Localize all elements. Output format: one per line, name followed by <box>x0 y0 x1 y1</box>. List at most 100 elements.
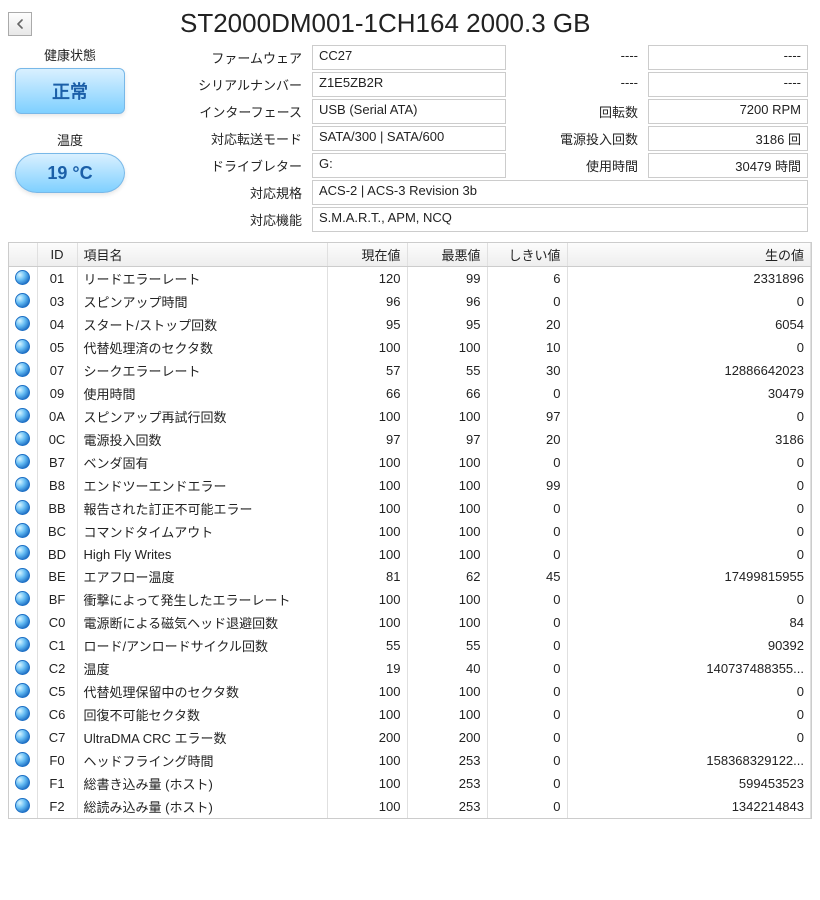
cell-name: 報告された訂正不可能エラー <box>77 497 327 520</box>
col-current[interactable]: 現在値 <box>327 243 407 267</box>
table-row[interactable]: F2総読み込み量 (ホスト)10025301342214843 <box>9 795 811 818</box>
status-orb-icon <box>9 795 37 818</box>
cell-threshold: 0 <box>487 703 567 726</box>
cell-worst: 253 <box>407 795 487 818</box>
table-row[interactable]: BCコマンドタイムアウト10010000 <box>9 520 811 543</box>
table-row[interactable]: BEエアフロー温度81624517499815955 <box>9 565 811 588</box>
cell-name: ベンダ固有 <box>77 451 327 474</box>
status-orb-icon <box>9 428 37 451</box>
cell-id: 09 <box>37 382 77 405</box>
status-orb-icon <box>9 772 37 795</box>
cell-id: C2 <box>37 657 77 680</box>
cell-worst: 55 <box>407 359 487 382</box>
cell-worst: 100 <box>407 611 487 634</box>
table-row[interactable]: B8エンドツーエンドエラー100100990 <box>9 474 811 497</box>
temperature-badge[interactable]: 19 °C <box>15 153 125 193</box>
cell-id: C1 <box>37 634 77 657</box>
table-row[interactable]: 05代替処理済のセクタ数100100100 <box>9 336 811 359</box>
table-row[interactable]: C0電源断による磁気ヘッド退避回数100100084 <box>9 611 811 634</box>
cell-worst: 100 <box>407 680 487 703</box>
col-id[interactable]: ID <box>37 243 77 267</box>
cell-raw: 0 <box>567 290 811 313</box>
col-threshold[interactable]: しきい値 <box>487 243 567 267</box>
cell-raw: 0 <box>567 497 811 520</box>
cell-current: 81 <box>327 565 407 588</box>
hours-label: 使用時間 <box>512 153 642 178</box>
info-grid: ファームウェア CC27 ---- ---- シリアルナンバー Z1E5ZB2R… <box>132 39 812 236</box>
cell-current: 100 <box>327 680 407 703</box>
table-header-row: ID 項目名 現在値 最悪値 しきい値 生の値 <box>9 243 811 267</box>
table-row[interactable]: F0ヘッドフライング時間1002530158368329122... <box>9 749 811 772</box>
col-icon[interactable] <box>9 243 37 267</box>
table-row[interactable]: 07シークエラーレート57553012886642023 <box>9 359 811 382</box>
table-row[interactable]: 04スタート/ストップ回数9595206054 <box>9 313 811 336</box>
cell-worst: 100 <box>407 703 487 726</box>
firmware-label: ファームウェア <box>136 45 306 70</box>
cell-raw: 140737488355... <box>567 657 811 680</box>
status-orb-icon <box>9 451 37 474</box>
col-raw[interactable]: 生の値 <box>567 243 811 267</box>
cell-raw: 17499815955 <box>567 565 811 588</box>
table-row[interactable]: BB報告された訂正不可能エラー10010000 <box>9 497 811 520</box>
col-name[interactable]: 項目名 <box>77 243 327 267</box>
cell-id: BD <box>37 543 77 565</box>
col-worst[interactable]: 最悪値 <box>407 243 487 267</box>
table-row[interactable]: F1総書き込み量 (ホスト)1002530599453523 <box>9 772 811 795</box>
cell-name: High Fly Writes <box>77 543 327 565</box>
table-row[interactable]: C5代替処理保留中のセクタ数10010000 <box>9 680 811 703</box>
table-row[interactable]: C2温度19400140737488355... <box>9 657 811 680</box>
cell-current: 200 <box>327 726 407 749</box>
cell-current: 100 <box>327 474 407 497</box>
cell-current: 100 <box>327 336 407 359</box>
cell-id: B8 <box>37 474 77 497</box>
cell-raw: 2331896 <box>567 267 811 291</box>
table-row[interactable]: C6回復不可能セクタ数10010000 <box>9 703 811 726</box>
status-orb-icon <box>9 290 37 313</box>
cell-threshold: 0 <box>487 611 567 634</box>
status-orb-icon <box>9 565 37 588</box>
cell-id: F1 <box>37 772 77 795</box>
cell-current: 100 <box>327 451 407 474</box>
table-row[interactable]: C1ロード/アンロードサイクル回数5555090392 <box>9 634 811 657</box>
table-row[interactable]: B7ベンダ固有10010000 <box>9 451 811 474</box>
cell-id: 05 <box>37 336 77 359</box>
cell-raw: 0 <box>567 451 811 474</box>
table-row[interactable]: 0C電源投入回数9797203186 <box>9 428 811 451</box>
poweron-label: 電源投入回数 <box>512 126 642 151</box>
cell-name: 総書き込み量 (ホスト) <box>77 772 327 795</box>
transfer-value: SATA/300 | SATA/600 <box>312 126 506 151</box>
cell-id: C5 <box>37 680 77 703</box>
cell-id: 0A <box>37 405 77 428</box>
cell-threshold: 0 <box>487 749 567 772</box>
table-row[interactable]: 01リードエラーレート1209962331896 <box>9 267 811 291</box>
cell-current: 100 <box>327 703 407 726</box>
table-row[interactable]: 0Aスピンアップ再試行回数100100970 <box>9 405 811 428</box>
rpm-label: 回転数 <box>512 99 642 124</box>
back-button[interactable] <box>8 12 32 36</box>
table-row[interactable]: 09使用時間6666030479 <box>9 382 811 405</box>
cell-current: 100 <box>327 497 407 520</box>
cell-threshold: 0 <box>487 290 567 313</box>
cell-id: B7 <box>37 451 77 474</box>
table-row[interactable]: C7UltraDMA CRC エラー数20020000 <box>9 726 811 749</box>
cell-worst: 100 <box>407 520 487 543</box>
cell-raw: 0 <box>567 703 811 726</box>
cell-raw: 0 <box>567 680 811 703</box>
cell-id: 03 <box>37 290 77 313</box>
cell-name: 代替処理保留中のセクタ数 <box>77 680 327 703</box>
table-row[interactable]: BDHigh Fly Writes10010000 <box>9 543 811 565</box>
health-badge[interactable]: 正常 <box>15 68 125 114</box>
cell-name: エアフロー温度 <box>77 565 327 588</box>
cell-threshold: 0 <box>487 588 567 611</box>
cell-worst: 62 <box>407 565 487 588</box>
cell-raw: 1342214843 <box>567 795 811 818</box>
table-row[interactable]: BF衝撃によって発生したエラーレート10010000 <box>9 588 811 611</box>
status-orb-icon <box>9 726 37 749</box>
cell-name: 代替処理済のセクタ数 <box>77 336 327 359</box>
status-orb-icon <box>9 382 37 405</box>
health-label: 健康状態 <box>44 45 96 64</box>
table-row[interactable]: 03スピンアップ時間969600 <box>9 290 811 313</box>
cell-threshold: 0 <box>487 497 567 520</box>
cell-id: 07 <box>37 359 77 382</box>
cell-threshold: 0 <box>487 680 567 703</box>
